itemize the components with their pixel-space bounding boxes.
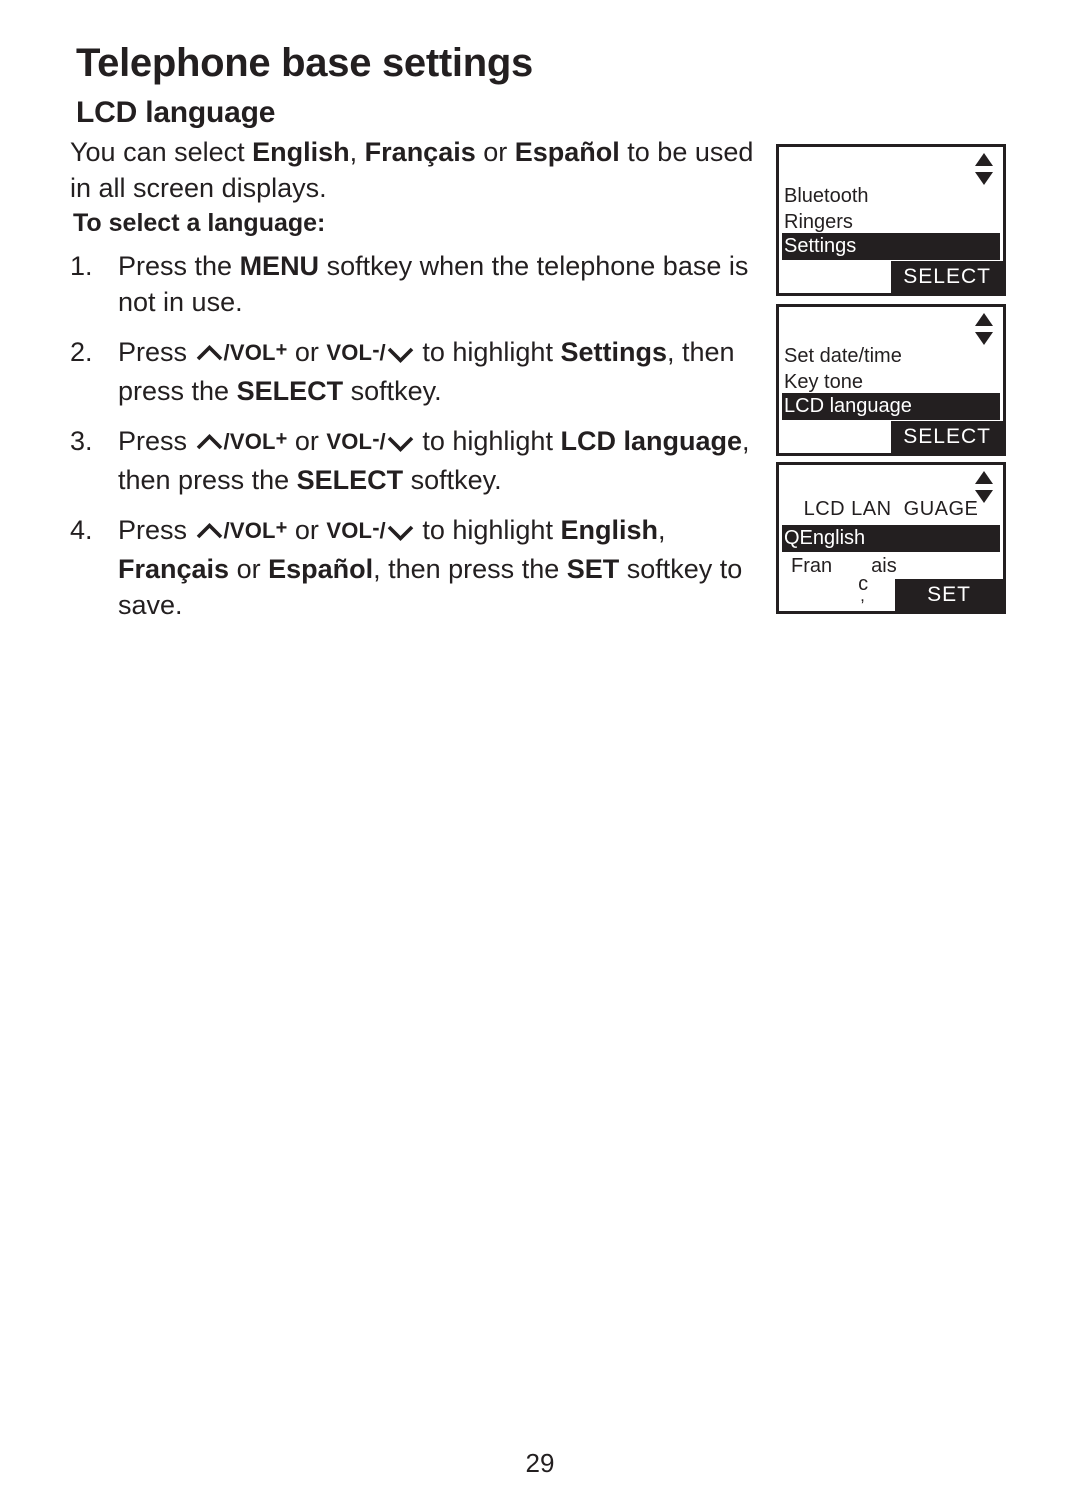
step-target-settings: Settings [560,337,667,367]
intro-separator-2: or [475,137,515,167]
step-target-espanol: Español [268,554,374,584]
step-text-to-highlight: to highlight [414,426,561,456]
volume-down-chevron-icon [387,522,414,542]
list-item-ringers[interactable]: Ringers [784,209,853,235]
set-softkey-label: SET [566,554,620,584]
page-title: Telephone base settings [76,41,533,85]
volume-down-chevron-icon [387,344,414,364]
cedilla-tail: , [860,586,865,605]
menu-softkey-label: MENU [239,251,320,281]
vol-minus-sign: - [372,515,380,540]
step-number: 4. [70,515,93,545]
volume-up-chevron-icon [196,433,223,453]
list-item: 2. Press /VOL+ or VOL-/ to highlight Sett… [70,334,770,409]
manual-page: Telephone base settings LCD language You… [0,0,1080,1512]
list-item-lcd-language-selected[interactable]: LCD language [782,393,1000,420]
select-softkey-label: SELECT [236,376,344,406]
vol-label: / [379,429,386,454]
volume-up-chevron-icon [196,522,223,542]
vol-label: / [379,518,386,543]
vol-label: VOL [229,340,276,365]
vol-plus-sign: + [275,517,288,539]
intro-language-francais: Français [364,137,476,167]
section-heading: LCD language [76,96,276,129]
list-item-settings-selected[interactable]: Settings [782,233,1000,260]
list-item-francais[interactable]: Fran c, ais [791,553,897,605]
lcd-screen-settings-list: Set date/time Key tone LCD language SELE… [776,304,1006,456]
intro-separator-1: , [349,137,365,167]
list-item-bluetooth[interactable]: Bluetooth [784,183,869,209]
vol-label: / [223,340,230,365]
step-target-lcd-language: LCD language [560,426,742,456]
select-button[interactable]: SELECT [891,421,1003,453]
step-target-english: English [560,515,658,545]
intro-language-english: English [252,137,350,167]
vol-label: VOL [229,429,276,454]
lcd-screen-title: LCD LAN GUAGE [803,498,979,520]
select-softkey-label: SELECT [296,465,404,495]
list-item-english-selected[interactable]: QEnglish [782,525,1000,552]
intro-prefix: You can select [70,137,253,167]
step-text-press: Press [118,337,195,367]
francais-part-b: ais [871,555,897,577]
step-text-press: Press [118,426,195,456]
step-tail-b: softkey. [343,376,442,406]
volume-up-chevron-icon [196,344,223,364]
page-number: 29 [525,1448,555,1478]
select-button[interactable]: SELECT [891,261,1003,293]
vol-minus-sign: - [372,426,380,451]
volume-down-chevron-icon [387,433,414,453]
step-text-to-highlight: to highlight [414,515,561,545]
lcd-screen-menu-list: Bluetooth Ringers Settings SELECT [776,144,1006,296]
step-number: 1. [70,251,93,281]
lcd-screen-language-list: LCD LAN GUAGE QEnglish Fran c, ais SET [776,462,1006,614]
step-comma: , [657,515,666,545]
step-text-or: or [287,515,327,545]
intro-paragraph: You can select English, Français or Espa… [70,134,770,206]
vol-label: VOL [326,340,373,365]
step-text-or: or [287,426,327,456]
vol-label: VOL [326,518,373,543]
list-item: 4. Press /VOL+ or VOL-/ to highlight Engl… [70,512,770,623]
vol-plus-sign: + [275,339,288,361]
vol-label: VOL [326,429,373,454]
vol-label: / [223,429,230,454]
up-down-arrows-icon [973,311,995,347]
vol-label: / [379,340,386,365]
instruction-list: 1. Press the MENU softkey when the teleph… [70,248,770,637]
subsection-heading: To select a language: [73,209,326,237]
step-text-a: Press the [118,251,240,281]
vol-minus-sign: - [372,337,380,362]
step-tail-a: , then press the [373,554,567,584]
francais-part-a: Fran [791,555,833,577]
list-item-set-date-time[interactable]: Set date/time [784,343,902,369]
step-text-or: or [287,337,327,367]
step-or: or [229,554,269,584]
list-item: 3. Press /VOL+ or VOL-/ to highlight LCD … [70,423,770,498]
vol-label: / [223,518,230,543]
step-text-press: Press [118,515,195,545]
up-down-arrows-icon [973,151,995,187]
vol-plus-sign: + [275,428,288,450]
step-number: 2. [70,337,93,367]
step-tail-b: softkey. [403,465,502,495]
step-target-francais: Français [118,554,230,584]
step-number: 3. [70,426,93,456]
step-text-to-highlight: to highlight [414,337,561,367]
set-button[interactable]: SET [895,579,1003,611]
list-item-key-tone[interactable]: Key tone [784,369,863,395]
list-item: 1. Press the MENU softkey when the teleph… [70,248,770,320]
vol-label: VOL [229,518,276,543]
intro-language-espanol: Español [514,137,620,167]
